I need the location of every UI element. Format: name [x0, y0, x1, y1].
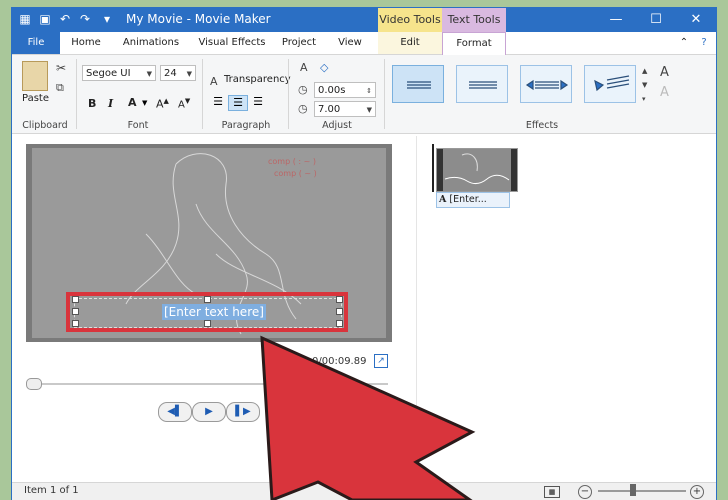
annotation-arrow	[260, 335, 476, 500]
